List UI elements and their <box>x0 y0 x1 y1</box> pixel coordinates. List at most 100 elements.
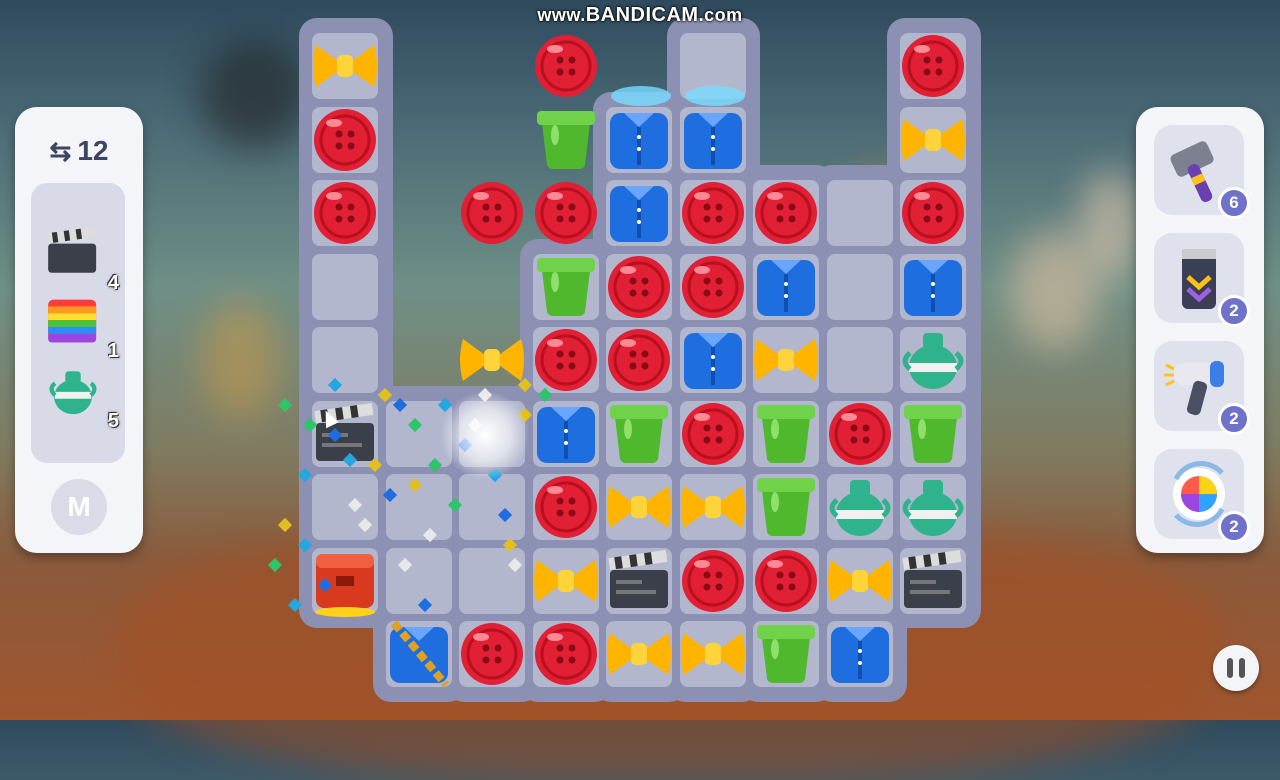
bow-icon <box>680 633 745 675</box>
vase-icon <box>902 480 964 536</box>
button-icon <box>681 182 744 244</box>
tile-button[interactable] <box>750 545 822 617</box>
tile-button[interactable] <box>750 177 822 249</box>
clapperboard-icon <box>902 549 962 608</box>
tile-shirt[interactable] <box>530 398 602 470</box>
tile-button[interactable] <box>897 177 969 249</box>
shirt-chained-icon <box>389 620 449 688</box>
boosters-panel: 6 2 2 2 <box>1136 107 1264 553</box>
tile-bow[interactable] <box>530 545 602 617</box>
tile-shirt[interactable] <box>677 104 749 176</box>
tile-bow[interactable] <box>677 618 749 690</box>
tile-shirt-chained[interactable] <box>383 618 455 690</box>
tile-clapperboard[interactable] <box>897 545 969 617</box>
button-icon <box>461 623 523 685</box>
tile-button[interactable] <box>677 398 749 470</box>
tile-pot[interactable] <box>603 398 675 470</box>
booster-hairdryer-count: 2 <box>1218 403 1250 435</box>
goal-vase-count: 5 <box>107 410 119 432</box>
tile-button[interactable] <box>530 324 602 396</box>
booster-tape-roller[interactable]: 2 <box>1154 233 1250 327</box>
button-icon <box>681 549 744 612</box>
button-icon <box>314 182 376 244</box>
explosion-flash <box>440 390 530 480</box>
button-icon <box>755 182 817 244</box>
tile-clapperboard[interactable] <box>603 545 675 617</box>
shirt-icon <box>830 627 889 683</box>
bow-icon <box>607 633 671 675</box>
tile-button[interactable] <box>309 104 381 176</box>
tile-pot[interactable] <box>530 104 602 176</box>
moves-counter: ⇆ 12 <box>15 135 143 167</box>
tile-vase[interactable] <box>897 324 969 396</box>
booster-shuffle[interactable]: 2 <box>1154 449 1250 543</box>
tile-vase[interactable] <box>897 471 969 543</box>
button-icon <box>681 402 744 465</box>
menu-button[interactable]: M <box>51 479 107 535</box>
tile-shirt[interactable] <box>677 324 749 396</box>
tile-pot[interactable] <box>750 471 822 543</box>
tile-shirt[interactable] <box>603 104 675 176</box>
button-icon <box>681 255 744 318</box>
pot-icon <box>536 110 595 169</box>
bow-icon <box>901 118 965 161</box>
board-cell <box>826 327 893 393</box>
tile-bow[interactable] <box>750 324 822 396</box>
tile-shirt[interactable] <box>824 618 896 690</box>
tile-button[interactable] <box>603 251 675 323</box>
tile-button[interactable] <box>530 30 602 102</box>
shirt-icon <box>610 112 668 169</box>
tile-bow[interactable] <box>824 545 896 617</box>
tile-bow[interactable] <box>309 30 381 102</box>
button-icon <box>608 255 670 318</box>
tile-shirt[interactable] <box>603 177 675 249</box>
tile-button[interactable] <box>677 545 749 617</box>
recording-watermark: www.BANDICAM.com <box>537 4 743 26</box>
booster-shuffle-count: 2 <box>1218 511 1250 543</box>
goal-rainbow-box: 1 <box>43 291 119 362</box>
tile-bow[interactable] <box>603 618 675 690</box>
tile-button[interactable] <box>897 30 969 102</box>
tile-shirt[interactable] <box>750 251 822 323</box>
tile-button[interactable] <box>677 177 749 249</box>
bow-icon <box>680 486 745 528</box>
shirt-icon <box>904 259 962 316</box>
goals-panel: ⇆ 12 4 1 5 M <box>15 107 143 553</box>
tile-button[interactable] <box>677 251 749 323</box>
tile-red-box[interactable] <box>309 545 381 617</box>
booster-hammer[interactable]: 6 <box>1154 125 1250 219</box>
bow-icon <box>313 45 377 87</box>
tile-bow[interactable] <box>677 471 749 543</box>
tile-pot[interactable] <box>530 251 602 323</box>
pause-button[interactable] <box>1213 645 1259 691</box>
pot-icon <box>757 478 815 537</box>
vase-icon <box>49 371 97 415</box>
tile-button[interactable] <box>530 471 602 543</box>
button-icon <box>755 549 817 612</box>
vase-icon <box>902 333 964 389</box>
booster-hammer-count: 6 <box>1218 187 1250 219</box>
board-cell <box>826 253 893 320</box>
button-icon <box>534 182 597 244</box>
clapperboard-icon <box>46 226 97 273</box>
tile-button[interactable] <box>456 177 528 249</box>
button-icon <box>534 623 597 685</box>
pot-icon <box>757 625 815 684</box>
tile-button[interactable] <box>824 398 896 470</box>
button-icon <box>461 182 523 244</box>
tile-bow[interactable] <box>897 104 969 176</box>
tile-button[interactable] <box>530 618 602 690</box>
tile-bow[interactable] <box>603 471 675 543</box>
tile-shirt[interactable] <box>897 251 969 323</box>
tile-button[interactable] <box>309 177 381 249</box>
tile-pot[interactable] <box>750 398 822 470</box>
shirt-icon <box>683 112 742 169</box>
tile-button[interactable] <box>456 618 528 690</box>
booster-hairdryer[interactable]: 2 <box>1154 341 1250 435</box>
tile-pot[interactable] <box>750 618 822 690</box>
tile-button[interactable] <box>603 324 675 396</box>
tile-button[interactable] <box>530 177 602 249</box>
tile-vase[interactable] <box>824 471 896 543</box>
game-board <box>0 0 1280 720</box>
tile-pot[interactable] <box>897 398 969 470</box>
